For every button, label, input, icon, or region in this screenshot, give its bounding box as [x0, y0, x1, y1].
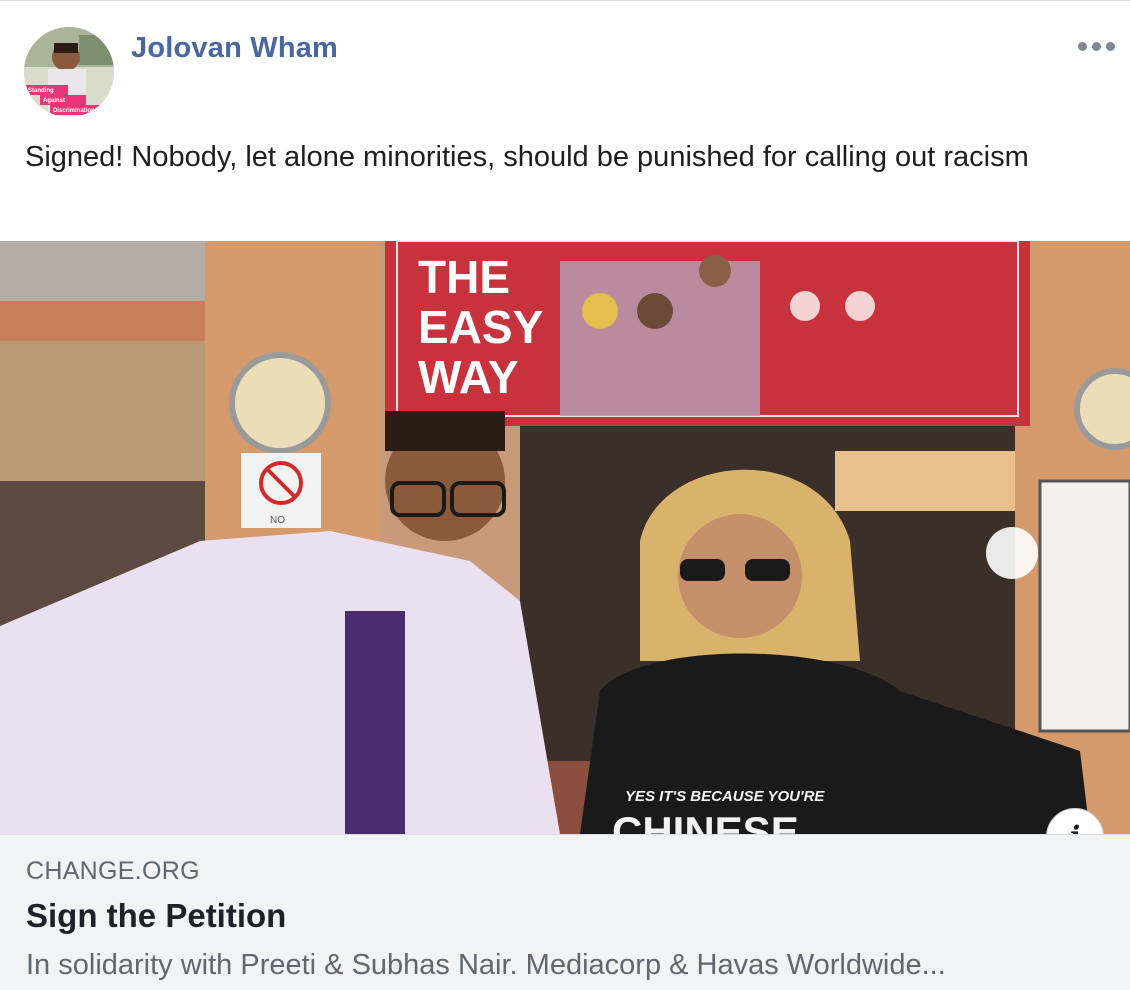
avatar-caption-1: Standing [28, 88, 54, 94]
no-littering-sign-text: NO [270, 515, 285, 526]
link-preview-card[interactable]: CHANGE.ORG Sign the Petition In solidari… [0, 834, 1130, 990]
video-still: THE EASY WAY NO YES IT'S BECAUSE YOU'RE … [0, 241, 1130, 834]
more-horizontal-icon [1092, 42, 1101, 51]
billboard-line-3: WAY [418, 351, 519, 403]
billboard-line-1: THE [418, 251, 510, 303]
more-options-button[interactable] [1076, 34, 1116, 60]
link-title[interactable]: Sign the Petition [26, 897, 286, 935]
link-preview-image[interactable]: THE EASY WAY NO YES IT'S BECAUSE YOU'RE … [0, 241, 1130, 834]
shirt-text-line-1: YES IT'S BECAUSE YOU'RE [625, 788, 825, 805]
link-domain: CHANGE.ORG [26, 857, 200, 885]
link-description: In solidarity with Preeti & Subhas Nair.… [26, 949, 946, 981]
avatar-caption-2: Against [43, 98, 65, 104]
shirt-text-line-2: CHINESE [612, 808, 799, 834]
avatar-image: Standing Against Discrimination [24, 27, 114, 117]
author-name[interactable]: Jolovan Wham [131, 32, 338, 65]
post-text: Signed! Nobody, let alone minorities, sh… [25, 141, 1029, 173]
more-horizontal-icon [1106, 42, 1115, 51]
more-horizontal-icon [1078, 42, 1087, 51]
avatar-caption-3: Discrimination [53, 108, 95, 114]
billboard-line-2: EASY [418, 301, 543, 353]
author-avatar[interactable]: Standing Against Discrimination [24, 27, 114, 117]
facebook-post: Standing Against Discrimination Jolovan … [0, 0, 1130, 990]
